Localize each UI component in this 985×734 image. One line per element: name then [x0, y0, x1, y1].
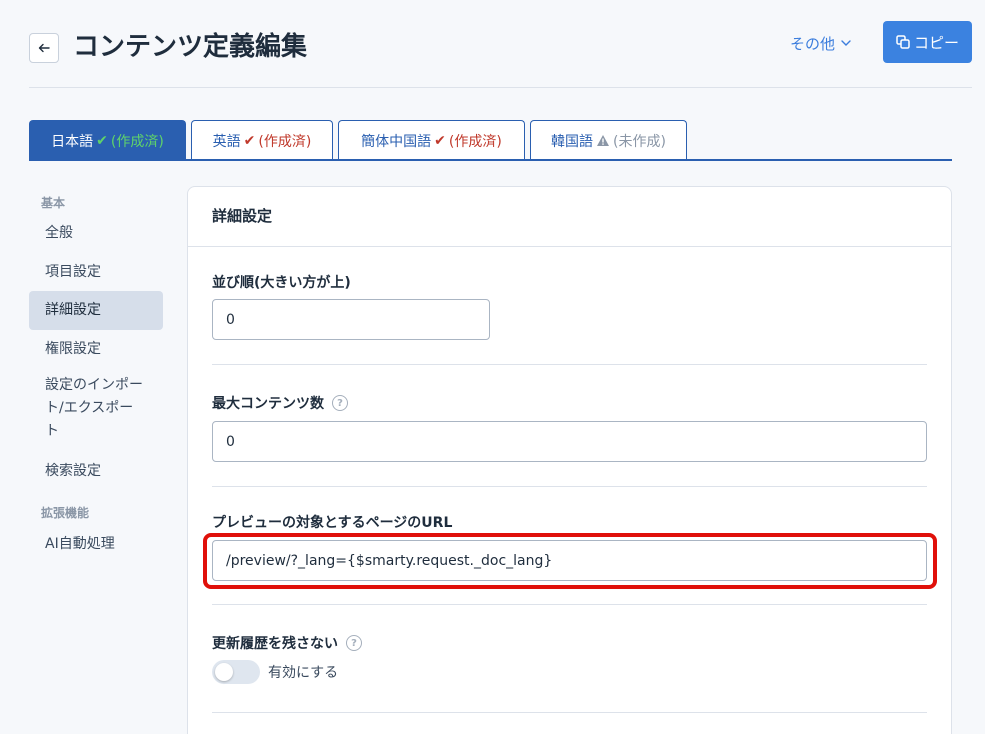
no-history-toggle-label: 有効にする	[268, 665, 339, 681]
section-divider	[212, 712, 927, 713]
tab-english[interactable]: 英語 ✔ (作成済)	[191, 120, 333, 160]
page-title: コンテンツ定義編集	[73, 32, 308, 62]
check-icon: ✔	[96, 132, 108, 149]
tabs-underline	[29, 159, 952, 161]
sidebar-item-search-settings[interactable]: 検索設定	[29, 459, 163, 483]
tab-status-label: (作成済)	[258, 133, 312, 150]
highlight-box	[203, 533, 937, 589]
no-history-label: 更新履歴を残さない ?	[212, 633, 362, 653]
back-button[interactable]	[29, 33, 59, 63]
sidebar-section-extension: 拡張機能	[41, 506, 90, 520]
tab-japanese[interactable]: 日本語 ✔ (作成済)	[29, 120, 186, 160]
max-contents-input[interactable]	[212, 421, 927, 462]
no-history-label-text: 更新履歴を残さない	[212, 636, 338, 652]
sidebar-section-basic: 基本	[41, 196, 66, 210]
check-icon: ✔	[434, 132, 446, 149]
chevron-down-icon	[841, 40, 851, 46]
sidebar-item-field-settings[interactable]: 項目設定	[29, 260, 163, 284]
tab-status-label: (作成済)	[110, 133, 164, 150]
warning-icon	[597, 135, 610, 146]
panel-title: 詳細設定	[212, 207, 273, 225]
section-divider	[212, 604, 927, 605]
max-contents-label-text: 最大コンテンツ数	[212, 396, 324, 412]
toggle-knob	[215, 663, 233, 681]
arrow-left-icon	[38, 43, 50, 53]
sort-order-input[interactable]	[212, 299, 490, 340]
panel-header-divider	[188, 246, 951, 247]
sidebar-item-permissions[interactable]: 権限設定	[29, 337, 163, 361]
tab-status-label: (未作成)	[613, 133, 666, 150]
header-divider	[29, 87, 972, 88]
tab-korean[interactable]: 韓国語 (未作成)	[530, 120, 687, 160]
check-icon: ✔	[243, 132, 256, 149]
max-contents-label: 最大コンテンツ数 ?	[212, 393, 348, 413]
sort-order-label-text: 並び順(大きい方が上)	[212, 275, 351, 291]
tab-language-label: 韓国語	[551, 133, 594, 150]
section-divider	[212, 486, 927, 487]
copy-icon	[896, 35, 910, 49]
tab-simplified-chinese[interactable]: 簡体中国語 ✔ (作成済)	[338, 120, 525, 160]
tab-language-label: 簡体中国語	[361, 133, 432, 150]
tab-language-label: 英語	[212, 133, 241, 150]
sidebar-item-general[interactable]: 全般	[29, 221, 163, 245]
sidebar-item-import-export[interactable]: 設定のインポート/エクスポート	[29, 374, 163, 444]
sidebar-item-ai-processing[interactable]: AI自動処理	[29, 532, 163, 556]
tab-language-label: 日本語	[51, 133, 94, 150]
sidebar-item-advanced-settings[interactable]: 詳細設定	[29, 291, 163, 330]
preview-url-label-text: プレビューの対象とするページのURL	[212, 515, 453, 531]
more-menu-label: その他	[790, 34, 836, 53]
no-history-toggle[interactable]	[212, 660, 260, 684]
section-divider	[212, 364, 927, 365]
copy-button-label: コピー	[913, 33, 959, 52]
help-icon[interactable]: ?	[332, 395, 348, 411]
sort-order-label: 並び順(大きい方が上)	[212, 272, 351, 292]
preview-url-label: プレビューの対象とするページのURL	[212, 512, 452, 532]
copy-button[interactable]: コピー	[883, 21, 972, 63]
help-icon[interactable]: ?	[346, 635, 362, 651]
more-menu-button[interactable]: その他	[790, 32, 851, 54]
tab-status-label: (作成済)	[448, 133, 502, 150]
